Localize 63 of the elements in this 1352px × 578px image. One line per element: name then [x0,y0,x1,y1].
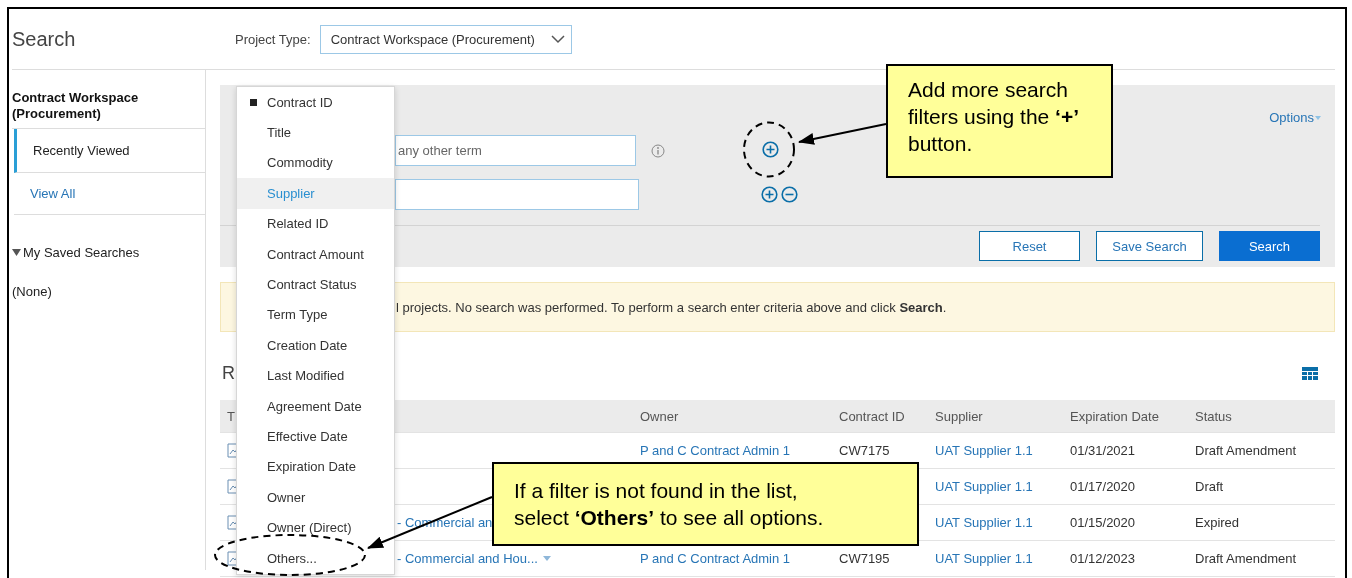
menu-item[interactable]: Others... [237,542,394,574]
supplier-link[interactable]: UAT Supplier 1.1 [935,551,1033,566]
menu-item[interactable]: Commodity [237,147,394,179]
highlight-circle [743,121,795,178]
project-type-dropdown[interactable]: Contract Workspace (Procurement) [319,24,572,54]
sidebar-item[interactable]: View All [14,173,205,215]
menu-item[interactable]: Contract Status [237,269,394,300]
callout-note: Add more search filters using the ‘+’ button. [886,64,1113,178]
column-header[interactable]: Expiration Date [1070,408,1195,424]
saved-searches-label[interactable]: My Saved Searches [23,245,140,260]
table-cell: Draft Amendment [1195,551,1297,566]
page-title: Search [12,27,77,51]
filter-field[interactable] [395,179,639,210]
menu-item[interactable]: Owner (Direct) [237,512,394,543]
search-button[interactable]: Search [1219,231,1320,261]
column-header[interactable]: Status [1195,408,1335,424]
field-label: Project Type: [235,31,311,47]
table-cell: 01/15/2020 [1070,515,1136,530]
menu-item[interactable]: Last Modified [237,360,394,391]
menu-item[interactable]: Effective Date [237,421,394,452]
column-header[interactable]: Supplier [935,408,1070,424]
caret-icon [1315,115,1321,120]
menu-item[interactable]: Creation Date [237,330,394,361]
table-cell: CW7175 [839,443,890,458]
saved-search-item: (None) [12,284,53,299]
supplier-link[interactable]: UAT Supplier 1.1 [935,443,1033,458]
triangle-down-icon[interactable] [12,248,21,257]
action-button[interactable]: Save Search [1096,231,1203,261]
message-text: l projects. No search was performed. To perform a search enter criteria above and click Search. [396,299,947,315]
menu-item[interactable]: Agreement Date [237,390,394,422]
sidebar-item[interactable]: Recently Viewed [14,129,205,173]
supplier-link[interactable]: UAT Supplier 1.1 [935,515,1033,530]
column-header[interactable]: Owner [640,408,839,424]
menu-item[interactable]: Related ID [237,208,394,239]
menu-item[interactable]: Expiration Date [237,451,394,483]
table-cell: 01/12/2023 [1070,551,1136,566]
table-cell: CW7195 [839,551,890,566]
menu-item[interactable]: Owner [237,482,394,513]
table-cell: Draft [1195,479,1224,494]
add-icon[interactable] [762,140,779,158]
section-heading: R [221,362,235,384]
keyword-field[interactable]: any other term [395,135,636,166]
menu-item[interactable]: Title [237,117,394,148]
action-button[interactable]: Reset [979,231,1080,261]
sidebar-heading: Contract Workspace (Procurement) [12,70,205,129]
remove-icon[interactable] [781,186,798,203]
menu-item[interactable]: Contract ID [237,87,394,118]
owner-link[interactable]: P and C Contract Admin 1 [640,443,791,458]
add-icon[interactable] [761,186,778,203]
menu-item[interactable]: Contract Amount [237,238,394,270]
table-cell: 01/31/2021 [1070,443,1136,458]
title-link[interactable]: - Commercial and Hou... [397,551,538,566]
owner-link[interactable]: P and C Contract Admin 1 [640,551,791,566]
chevron-down-icon [550,34,565,44]
grid-icon[interactable] [1302,366,1318,380]
table-cell: Draft Amendment [1195,443,1297,458]
callout-note: If a filter is not found in the list, select ‘Others’ to see all options. [492,462,919,546]
supplier-link[interactable]: UAT Supplier 1.1 [935,479,1033,494]
menu-item[interactable]: Term Type [237,299,394,331]
column-header[interactable]: Contract ID [839,408,935,424]
options-link[interactable]: Options [1269,110,1321,125]
table-cell: Expired [1195,515,1240,530]
table-cell: 01/17/2020 [1070,479,1136,494]
